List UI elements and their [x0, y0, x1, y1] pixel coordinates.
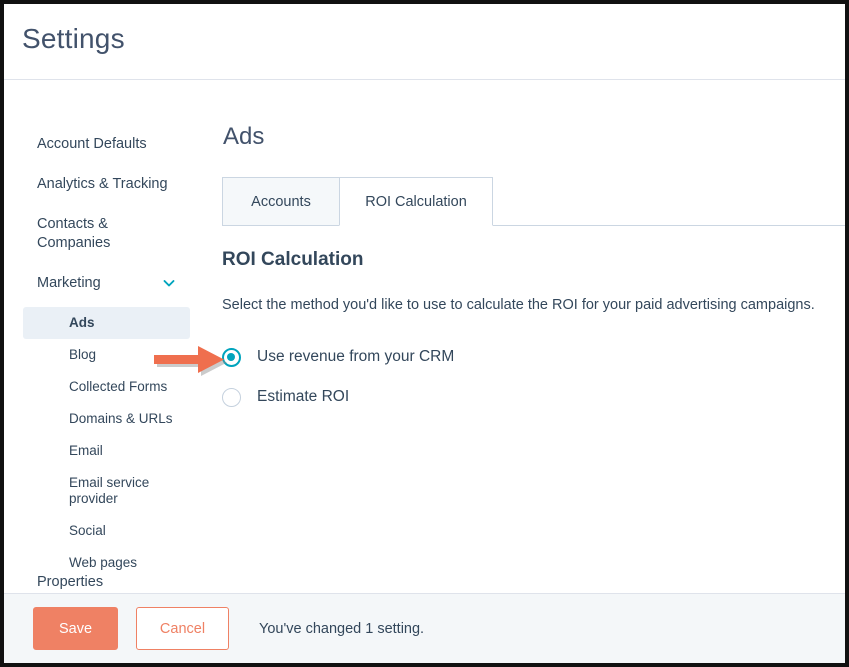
- save-button-label: Save: [59, 621, 92, 637]
- sidebar-item-label: Ads: [69, 315, 95, 330]
- sidebar-item-label: Email: [69, 443, 103, 458]
- radio-option-label: Estimate ROI: [257, 388, 349, 406]
- sidebar-item-social[interactable]: Social: [23, 515, 190, 547]
- sidebar-item-label: Analytics & Tracking: [37, 176, 168, 192]
- status-message: You've changed 1 setting.: [259, 621, 424, 637]
- sidebar-item-label: Account Defaults: [37, 136, 147, 152]
- sidebar-marketing-sublist: Ads Blog Collected Forms Domains & URLs …: [4, 307, 209, 579]
- sidebar-item-blog[interactable]: Blog: [23, 339, 190, 371]
- tab-label: ROI Calculation: [365, 194, 467, 210]
- radio-option-estimate-roi[interactable]: Estimate ROI: [222, 383, 454, 411]
- sidebar-item-analytics-tracking[interactable]: Analytics & Tracking: [4, 175, 209, 194]
- cancel-button-label: Cancel: [160, 621, 205, 637]
- sidebar-item-domains-urls[interactable]: Domains & URLs: [23, 403, 190, 435]
- settings-window: Settings Account Defaults Analytics & Tr…: [4, 4, 845, 663]
- sidebar-nav-top: Account Defaults Analytics & Tracking Co…: [4, 135, 209, 579]
- app-header: Settings: [4, 4, 845, 80]
- radio-option-label: Use revenue from your CRM: [257, 348, 454, 366]
- sidebar-item-label: Collected Forms: [69, 379, 167, 394]
- section-description: Select the method you'd like to use to c…: [222, 297, 815, 313]
- radio-option-use-revenue-from-crm[interactable]: Use revenue from your CRM: [222, 343, 454, 371]
- page-title: Ads: [223, 123, 264, 151]
- section-title: ROI Calculation: [222, 249, 363, 271]
- sidebar-item-email[interactable]: Email: [23, 435, 190, 467]
- sidebar-item-label: Domains & URLs: [69, 411, 173, 426]
- sidebar-item-collected-forms[interactable]: Collected Forms: [23, 371, 190, 403]
- sidebar-item-label: Marketing: [37, 275, 101, 291]
- tab-label: Accounts: [251, 194, 311, 210]
- sidebar-item-label: Email service provider: [69, 475, 149, 506]
- cancel-button[interactable]: Cancel: [136, 607, 229, 650]
- sidebar-item-contacts-companies[interactable]: Contacts & Companies: [4, 215, 129, 253]
- page-heading-settings: Settings: [22, 23, 125, 55]
- save-button[interactable]: Save: [33, 607, 118, 650]
- sidebar-item-label: Web pages: [69, 555, 137, 570]
- radio-selected-icon[interactable]: [222, 348, 241, 367]
- sidebar-item-email-service-provider[interactable]: Email service provider: [23, 467, 190, 515]
- settings-sidebar: Account Defaults Analytics & Tracking Co…: [4, 81, 209, 663]
- sidebar-item-ads[interactable]: Ads: [23, 307, 190, 339]
- tab-roi-calculation[interactable]: ROI Calculation: [339, 177, 493, 226]
- radio-unselected-icon[interactable]: [222, 388, 241, 407]
- tab-bar: Accounts ROI Calculation: [222, 177, 845, 227]
- sidebar-item-properties[interactable]: Properties: [4, 573, 209, 592]
- sidebar-item-label: Social: [69, 523, 106, 538]
- sidebar-item-marketing[interactable]: Marketing: [4, 274, 209, 293]
- tab-bar-underline: [222, 225, 845, 226]
- tab-accounts[interactable]: Accounts: [222, 177, 339, 226]
- sidebar-item-label: Properties: [37, 574, 103, 590]
- sidebar-item-label: Blog: [69, 347, 96, 362]
- main-content: Ads Accounts ROI Calculation ROI Calcula…: [209, 81, 845, 663]
- roi-method-radio-group: Use revenue from your CRM Estimate ROI: [222, 343, 454, 423]
- tabs-row: Accounts ROI Calculation: [222, 177, 493, 226]
- footer-action-bar: Save Cancel You've changed 1 setting.: [4, 593, 845, 663]
- chevron-down-icon[interactable]: [162, 276, 176, 290]
- sidebar-item-label: Contacts & Companies: [37, 216, 110, 251]
- sidebar-item-account-defaults[interactable]: Account Defaults: [4, 135, 209, 154]
